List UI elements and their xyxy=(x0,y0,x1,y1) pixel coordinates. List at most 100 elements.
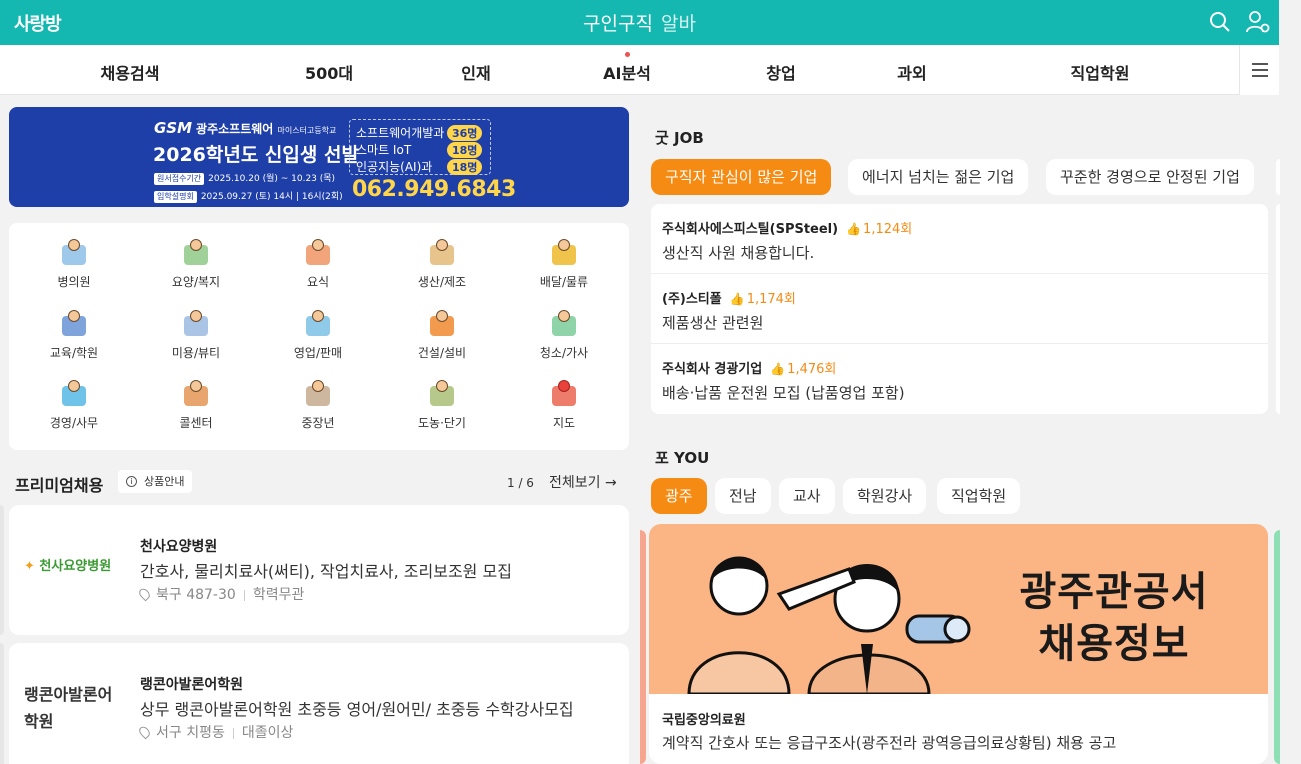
category-food[interactable]: 요식 xyxy=(268,237,368,290)
job-row[interactable]: (주)스티폴 👍 1,174회 제품생산 관련원 xyxy=(651,274,1268,344)
nav-item-startup[interactable]: 창업 xyxy=(766,60,795,84)
category-construction[interactable]: 건설/설비 xyxy=(392,308,492,361)
gov-jobs-headline: 광주관공서 채용정보 xyxy=(1019,569,1209,667)
company-name: 주식회사에스피스틸(SPSteel) 👍 1,124회 xyxy=(662,222,913,237)
category-call-center[interactable]: 콜센터 xyxy=(146,378,246,431)
location-pin-icon xyxy=(137,724,152,740)
banner-program: 스마트 IoT xyxy=(356,143,412,157)
job-title: 배송·납품 운전원 모집 (납품영업 포함) xyxy=(662,384,905,402)
carousel-peek xyxy=(0,643,4,764)
hamburger-menu-icon[interactable] xyxy=(1239,45,1279,95)
company-name: 주식회사 경광기업 👍 1,476회 xyxy=(662,362,837,377)
nav-item-tutoring[interactable]: 과외 xyxy=(897,60,926,84)
beauty-icon xyxy=(180,308,212,340)
factory-icon xyxy=(426,237,458,269)
foryou-title: 포 YOU xyxy=(655,449,710,467)
premium-card[interactable]: 랭콘아발론어학원 랭콘아발론어학원 상무 랭콘아발론어학원 초중등 영어/원어민… xyxy=(9,643,629,764)
foryou-tab-vocational[interactable]: 직업학원 xyxy=(937,478,1021,514)
job-description: 계약직 간호사 또는 응급구조사(광주전라 광역응급의료상황팀) 채용 공고 xyxy=(662,734,1117,752)
category-farm-shortterm[interactable]: 도농·단기 xyxy=(392,378,492,431)
search-icon[interactable] xyxy=(1208,10,1232,34)
foryou-tab-academy[interactable]: 학원강사 xyxy=(843,478,927,514)
goodjob-tab-young[interactable]: 에너지 넘치는 젊은 기업 xyxy=(848,159,1029,195)
hospital-icon xyxy=(58,237,90,269)
list-peek xyxy=(1276,204,1280,414)
ad-banner[interactable]: GSM 광주소프트웨어 마이스터고등학교 2026학년도 신입생 선발 원서접수기… xyxy=(9,107,629,207)
title-sub[interactable]: 알바 xyxy=(661,13,696,35)
farmer-icon xyxy=(426,378,458,410)
category-delivery[interactable]: 배달/물류 xyxy=(514,237,614,290)
category-cleaning[interactable]: 청소/가사 xyxy=(514,308,614,361)
goodjob-tab-stable[interactable]: 꾸준한 경영으로 안정된 기업 xyxy=(1046,159,1254,195)
foryou-tab-gwangju[interactable]: 광주 xyxy=(651,478,707,514)
category-grid: 병의원 요양/복지 요식 생산/제조 배달/물류 교육/학원 미용/뷰티 영업/… xyxy=(9,223,629,450)
page-title: 구인구직 알바 xyxy=(0,9,1279,36)
thumbs-up-icon: 👍 xyxy=(846,222,862,236)
goodjob-title: 굿 JOB xyxy=(655,129,704,147)
seniors-icon xyxy=(302,378,334,410)
top-bar: 사랑방 구인구직 알바 xyxy=(0,0,1279,45)
nav-item-top500[interactable]: 500대 xyxy=(305,60,353,84)
job-meta: 서구 치평동 대졸이상 xyxy=(137,722,293,742)
caregiver-icon xyxy=(180,237,212,269)
product-guide-button[interactable]: i 상품안내 xyxy=(118,470,193,493)
premium-card[interactable]: ✦ 천사요양병원 천사요양병원 간호사, 물리치료사(써티), 작업치료사, 조… xyxy=(9,505,629,635)
goodjob-list: 주식회사에스피스틸(SPSteel) 👍 1,124회 생산직 사원 채용합니다. … xyxy=(651,204,1268,414)
banner-program: 소프트웨어개발과 xyxy=(356,126,445,140)
chip-peek xyxy=(1276,159,1280,195)
job-title: 제품생산 관련원 xyxy=(662,314,764,332)
carousel-peek xyxy=(0,505,4,635)
nav-item-vocational[interactable]: 직업학원 xyxy=(1071,60,1130,84)
banner-program: 인공지능(AI)과 xyxy=(356,160,433,174)
nav-item-ai-analysis[interactable]: AI분석 xyxy=(603,60,651,84)
view-all-link[interactable]: 전체보기 → xyxy=(549,472,617,492)
company-logo: ✦ 천사요양병원 xyxy=(24,559,112,574)
delivery-icon xyxy=(548,237,580,269)
banner-school: GSM 광주소프트웨어 마이스터고등학교 xyxy=(154,119,337,137)
banner-dates: 원서접수기간 2025.10.20 (월) ~ 10.23 (목) 입학설명회 20… xyxy=(154,170,343,206)
foryou-tab-jeonnam[interactable]: 전남 xyxy=(715,478,771,514)
gov-jobs-illustration: 광주관공서 채용정보 xyxy=(649,524,1268,696)
page-scrollbar[interactable] xyxy=(1279,0,1301,764)
premium-pagination: 1 / 6 xyxy=(507,476,534,490)
sales-icon xyxy=(302,308,334,340)
banner-headline: 2026학년도 신입생 선발 xyxy=(153,144,359,166)
map-icon xyxy=(548,378,580,410)
company-name: 랭콘아발론어학원 xyxy=(140,677,244,693)
company-name: (주)스티폴 👍 1,174회 xyxy=(662,292,796,307)
banner-program-count: 18명 xyxy=(447,142,483,158)
foryou-card[interactable]: 광주관공서 채용정보 국립중앙의료원 계약직 간호사 또는 응급구조사(광주전라… xyxy=(649,524,1268,764)
cleaning-icon xyxy=(548,308,580,340)
job-meta: 북구 487-30 학력무관 xyxy=(137,584,304,604)
thumbs-up-icon: 👍 xyxy=(729,292,745,306)
category-map[interactable]: 지도 xyxy=(514,378,614,431)
people-with-binoculars-illustration xyxy=(687,556,971,696)
title-main[interactable]: 구인구직 xyxy=(583,13,653,35)
job-row[interactable]: 주식회사에스피스틸(SPSteel) 👍 1,124회 생산직 사원 채용합니다. xyxy=(651,204,1268,274)
thumbs-up-icon: 👍 xyxy=(770,362,786,376)
category-education[interactable]: 교육/학원 xyxy=(24,308,124,361)
banner-program-count: 18명 xyxy=(447,159,483,175)
category-sales[interactable]: 영업/판매 xyxy=(268,308,368,361)
category-beauty[interactable]: 미용/뷰티 xyxy=(146,308,246,361)
chef-icon xyxy=(302,237,334,269)
job-row[interactable]: 주식회사 경광기업 👍 1,476회 배송·납품 운전원 모집 (납품영업 포함) xyxy=(651,344,1268,414)
job-description: 상무 랭콘아발론어학원 초중등 영어/원어민/ 초중등 수학강사모집 xyxy=(140,700,574,719)
category-hospital[interactable]: 병의원 xyxy=(24,237,124,290)
location-pin-icon xyxy=(137,586,152,602)
foryou-tab-teacher[interactable]: 교사 xyxy=(779,478,835,514)
job-description: 간호사, 물리치료사(써티), 작업치료사, 조리보조원 모집 xyxy=(140,562,512,581)
call-center-icon xyxy=(180,378,212,410)
category-manufacturing[interactable]: 생산/제조 xyxy=(392,237,492,290)
nav-item-talent[interactable]: 인재 xyxy=(461,60,490,84)
company-name: 천사요양병원 xyxy=(140,539,218,555)
construction-icon xyxy=(426,308,458,340)
category-care[interactable]: 요양/복지 xyxy=(146,237,246,290)
organization-name: 국립중앙의료원 xyxy=(662,713,746,728)
user-settings-icon[interactable] xyxy=(1246,10,1270,34)
carousel-peek xyxy=(1274,530,1280,764)
category-office[interactable]: 경영/사무 xyxy=(24,378,124,431)
nav-item-job-search[interactable]: 채용검색 xyxy=(101,60,160,84)
goodjob-tab-popular[interactable]: 구직자 관심이 많은 기업 xyxy=(651,159,832,195)
category-seniors[interactable]: 중장년 xyxy=(268,378,368,431)
